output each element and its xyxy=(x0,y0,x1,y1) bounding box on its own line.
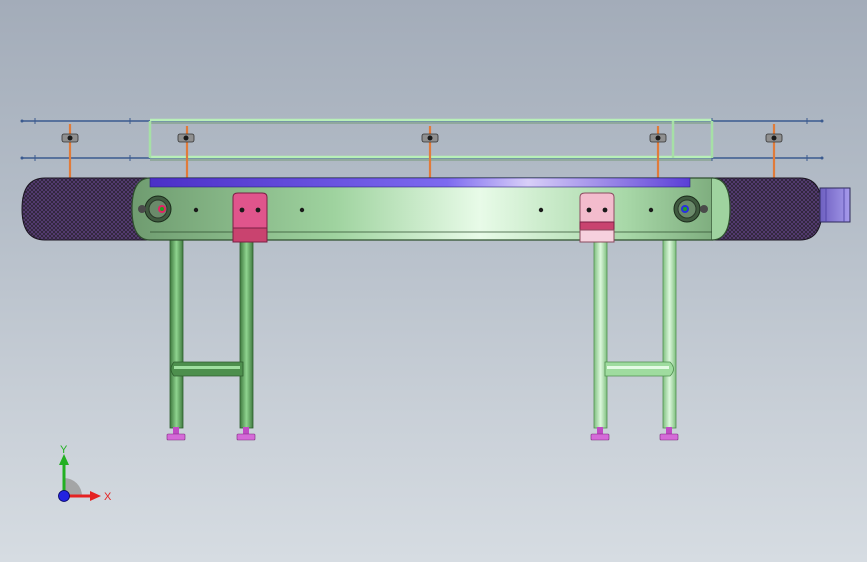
leveling-foot[interactable] xyxy=(590,427,610,441)
conveyor-frame[interactable] xyxy=(131,177,731,241)
leg[interactable] xyxy=(169,239,184,429)
leg[interactable] xyxy=(239,239,254,429)
leveling-foot[interactable] xyxy=(659,427,679,441)
leveling-foot[interactable] xyxy=(166,427,186,441)
rail-support-1[interactable] xyxy=(61,124,79,178)
x-axis-label: X xyxy=(104,491,112,503)
leveling-foot[interactable] xyxy=(236,427,256,441)
belt-end-left[interactable] xyxy=(21,177,151,241)
cad-viewport[interactable]: Y X xyxy=(0,0,867,562)
leg-stand-right[interactable] xyxy=(590,239,679,441)
leg[interactable] xyxy=(662,239,677,429)
leg[interactable] xyxy=(593,239,608,429)
leg-bracket-right[interactable] xyxy=(579,192,615,243)
leg-stand-left[interactable] xyxy=(166,239,256,441)
conveyor-model[interactable] xyxy=(0,0,867,562)
drive-motor[interactable] xyxy=(819,187,851,223)
coordinate-triad-icon: Y X xyxy=(58,444,112,503)
leg-bracket-left[interactable] xyxy=(232,192,268,243)
z-axis-dot xyxy=(58,490,70,502)
belt-surface[interactable] xyxy=(149,177,691,188)
y-axis-label: Y xyxy=(60,444,68,456)
rail-support-5[interactable] xyxy=(765,124,783,178)
